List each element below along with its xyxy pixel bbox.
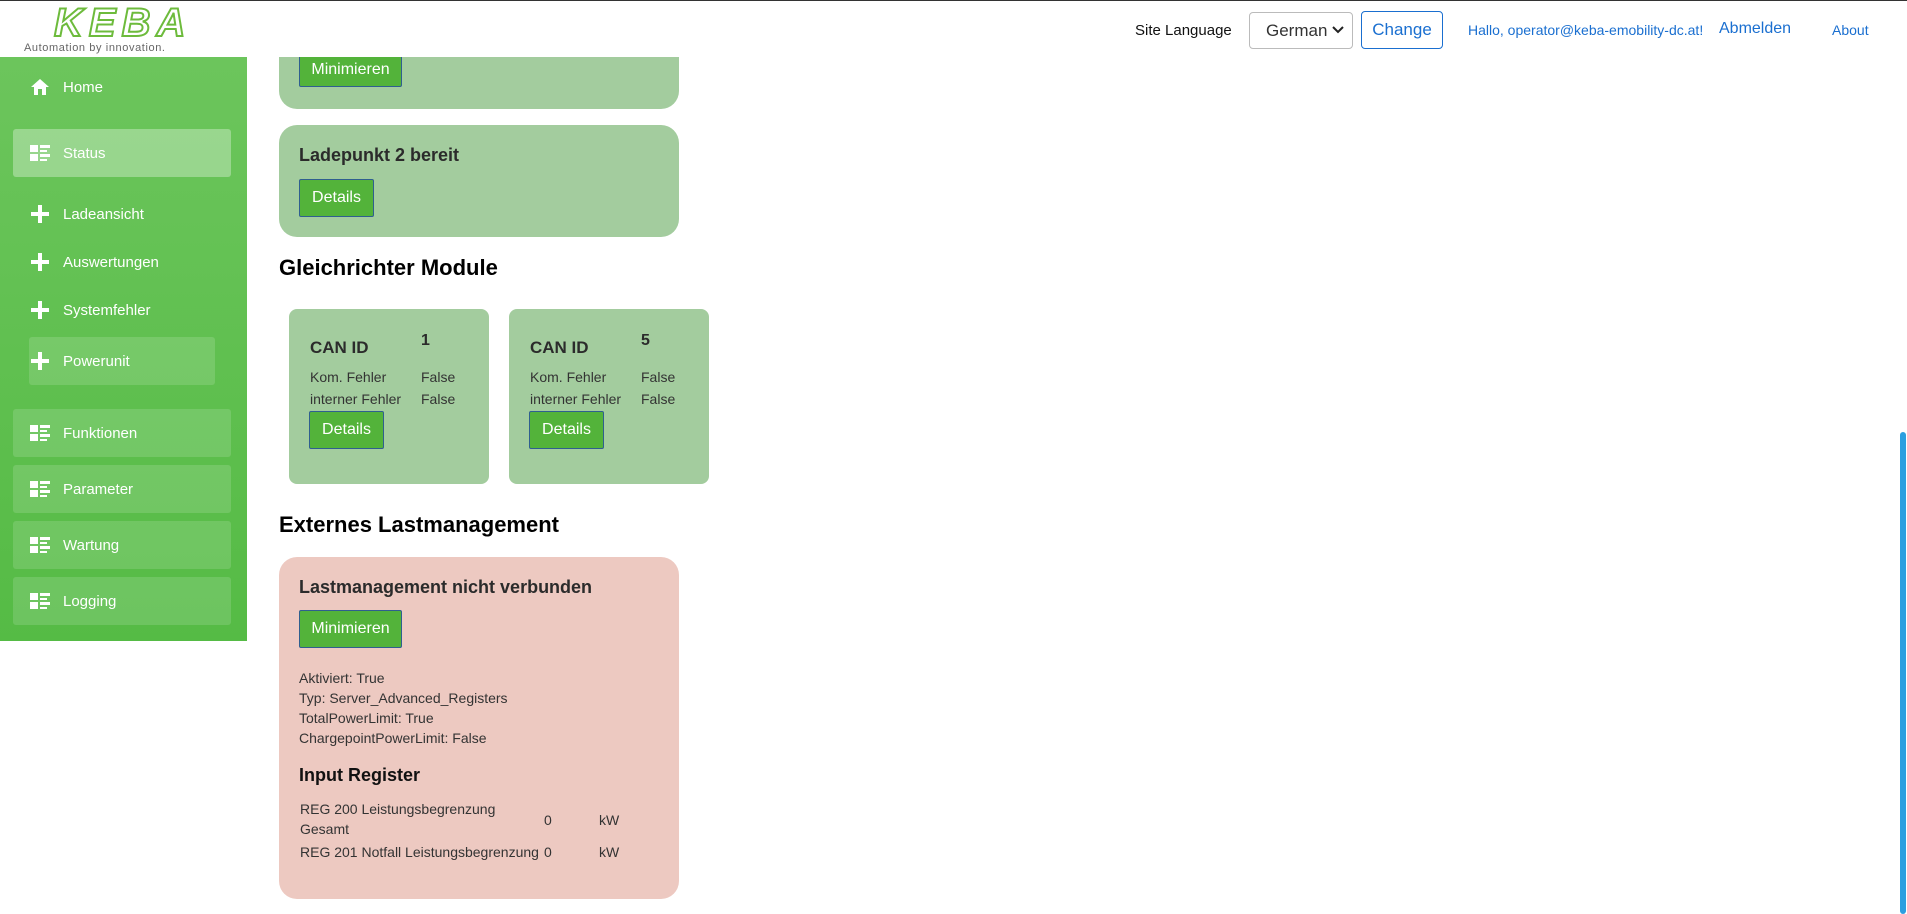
sidebar-item-label: Wartung <box>63 536 120 554</box>
sidebar-item-label: Logging <box>63 592 117 610</box>
rectifier-modules-heading: Gleichrichter Module <box>279 255 498 280</box>
sidebar-item-logging[interactable]: Logging <box>13 577 231 625</box>
dashboard-icon <box>29 478 51 500</box>
sidebar-item-powerunit[interactable]: Powerunit <box>29 337 215 385</box>
keba-logo[interactable]: KEBA Automation by innovation. <box>24 1 224 55</box>
ladepunkt-2-details-button[interactable]: Details <box>299 179 374 217</box>
sidebar-item-label: Ladeansicht <box>63 205 144 223</box>
home-icon <box>29 76 51 98</box>
sidebar-item-label: Systemfehler <box>63 301 151 319</box>
dashboard-icon <box>29 590 51 612</box>
sidebar-item-status[interactable]: Status <box>13 129 231 177</box>
interner-fehler-label: interner Fehler <box>310 391 402 407</box>
dashboard-icon <box>29 534 51 556</box>
sidebar-item-label: Parameter <box>63 480 134 498</box>
minimize-button[interactable]: Minimieren <box>299 52 402 87</box>
kom-fehler-value: False <box>641 369 676 385</box>
site-language-label: Site Language <box>1135 22 1232 39</box>
rectifier-module-card: CAN ID 5 Kom. Fehler False interner Fehl… <box>509 309 709 484</box>
info-line-typ: Typ: Server_Advanced_Registers <box>299 690 508 706</box>
load-management-card: Lastmanagement nicht verbunden Minimiere… <box>279 557 679 899</box>
register-name: REG 201 Notfall Leistungsbegrenzung <box>300 844 539 860</box>
logo-tagline: Automation by innovation. <box>24 42 166 54</box>
rectifier-module-card: CAN ID 1 Kom. Fehler False interner Fehl… <box>289 309 489 484</box>
app-root: KEBA Automation by innovation. Site Lang… <box>0 0 1907 914</box>
sidebar-item-label: Funktionen <box>63 424 138 442</box>
load-management-status-title: Lastmanagement nicht verbunden <box>299 577 593 597</box>
top-bar: KEBA Automation by innovation. Site Lang… <box>0 0 1907 57</box>
register-unit: kW <box>599 812 620 828</box>
sidebar-item-funktionen[interactable]: Funktionen <box>13 409 231 457</box>
logout-link[interactable]: Abmelden <box>1719 20 1791 38</box>
ladepunkt-2-title: Ladepunkt 2 bereit <box>299 145 460 165</box>
sidebar-item-parameter[interactable]: Parameter <box>13 465 231 513</box>
can-id-value: 5 <box>641 332 650 349</box>
register-name: REG 200 Leistungsbegrenzung Gesamt <box>300 801 496 837</box>
external-load-management-heading: Externes Lastmanagement <box>279 512 559 537</box>
plus-icon <box>29 299 51 321</box>
dashboard-icon <box>29 422 51 444</box>
sidebar-item-label: Home <box>63 78 104 96</box>
sidebar: Home Status Ladeansicht Auswertungen Sys… <box>0 57 247 641</box>
can-id-label: CAN ID <box>310 338 369 357</box>
change-language-button[interactable]: Change <box>1361 11 1443 49</box>
sidebar-item-systemfehler[interactable]: Systemfehler <box>13 289 231 331</box>
sidebar-item-label: Powerunit <box>63 352 130 370</box>
interner-fehler-value: False <box>421 391 456 407</box>
interner-fehler-label: interner Fehler <box>530 391 622 407</box>
language-select[interactable]: German <box>1249 12 1353 49</box>
register-value: 0 <box>544 812 552 828</box>
ladepunkt-2-card: Ladepunkt 2 bereit Details <box>279 125 679 237</box>
plus-icon <box>29 203 51 225</box>
vertical-scrollbar[interactable] <box>1900 432 1906 914</box>
minimize-button[interactable]: Minimieren <box>299 610 402 648</box>
sidebar-item-ladeansicht[interactable]: Ladeansicht <box>13 193 231 235</box>
kom-fehler-label: Kom. Fehler <box>530 369 607 385</box>
dashboard-icon <box>29 142 51 164</box>
info-line-chargepoint-power-limit: ChargepointPowerLimit: False <box>299 730 487 746</box>
logo-wordmark: KEBA <box>53 1 192 45</box>
can-id-value: 1 <box>421 332 430 349</box>
register-value: 0 <box>544 844 552 860</box>
module-details-button[interactable]: Details <box>529 411 604 449</box>
kom-fehler-label: Kom. Fehler <box>310 369 387 385</box>
about-link[interactable]: About <box>1832 22 1869 38</box>
can-id-label: CAN ID <box>530 338 589 357</box>
module-details-button[interactable]: Details <box>309 411 384 449</box>
sidebar-item-auswertungen[interactable]: Auswertungen <box>13 241 231 283</box>
input-register-heading: Input Register <box>299 765 421 785</box>
language-select-value: German <box>1266 20 1328 40</box>
sidebar-item-label: Status <box>63 144 106 162</box>
user-greeting-link[interactable]: Hallo, operator@keba-emobility-dc.at! <box>1468 22 1703 38</box>
sidebar-item-wartung[interactable]: Wartung <box>13 521 231 569</box>
sidebar-item-home[interactable]: Home <box>13 65 231 109</box>
info-line-total-power-limit: TotalPowerLimit: True <box>299 710 434 726</box>
kom-fehler-value: False <box>421 369 456 385</box>
interner-fehler-value: False <box>641 391 676 407</box>
register-unit: kW <box>599 844 620 860</box>
sidebar-item-label: Auswertungen <box>63 253 159 271</box>
plus-icon <box>29 251 51 273</box>
chevron-down-icon <box>1332 25 1344 37</box>
info-line-aktiviert: Aktiviert: True <box>299 670 385 686</box>
plus-icon <box>29 350 51 372</box>
